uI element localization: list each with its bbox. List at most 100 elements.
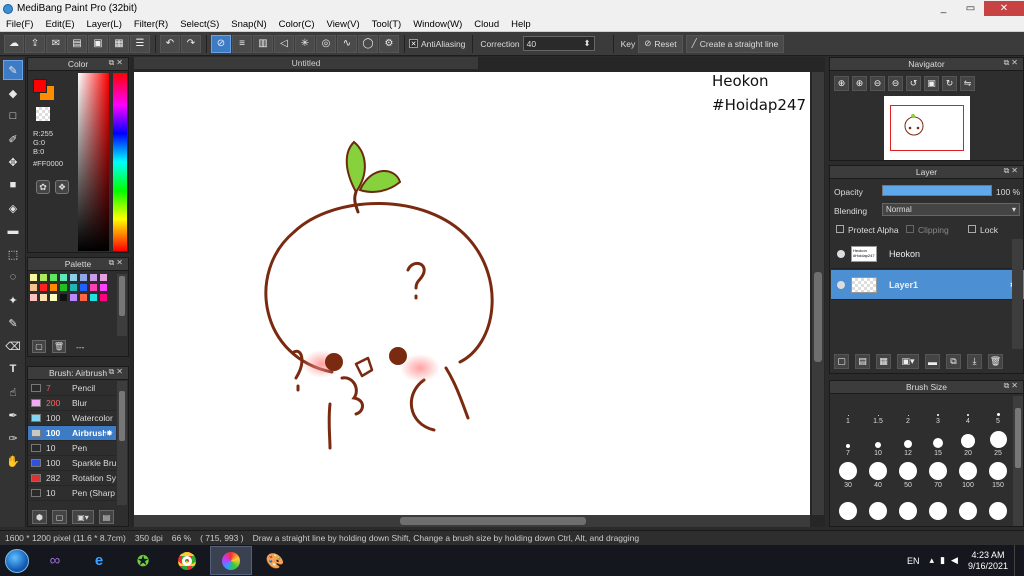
horizontal-scroll-thumb[interactable] xyxy=(400,517,586,525)
menu-color[interactable]: Color(C) xyxy=(273,19,321,30)
panel-controls-icon[interactable]: ⧉✕ xyxy=(1004,166,1020,176)
eyedropper-icon[interactable]: ✒ xyxy=(3,405,23,425)
palette-swatch[interactable] xyxy=(40,284,47,291)
brush-size-option[interactable]: 15 xyxy=(923,428,953,458)
menu-window[interactable]: Window(W) xyxy=(407,19,468,30)
saturation-value-picker[interactable] xyxy=(78,73,109,251)
palette-swatch[interactable] xyxy=(80,274,87,281)
new-8bit-layer-icon[interactable]: ▦ xyxy=(876,354,891,369)
circle-snap-icon[interactable]: ◎ xyxy=(316,34,336,53)
brush-size-option[interactable]: 10 xyxy=(863,428,893,458)
palette-swatch[interactable] xyxy=(40,274,47,281)
minimize-button[interactable]: _ xyxy=(930,1,957,16)
pen-tool-icon[interactable]: ✐ xyxy=(3,129,23,149)
palette-swatch[interactable] xyxy=(70,284,77,291)
reset-button[interactable]: ⊘ Reset xyxy=(638,34,683,53)
vertical-scrollbar[interactable] xyxy=(812,72,824,515)
protect-alpha-checkbox[interactable] xyxy=(836,225,844,233)
menu-filter[interactable]: Filter(R) xyxy=(128,19,174,30)
folder-icon[interactable]: ▬ xyxy=(925,354,940,369)
parallel-snap-icon[interactable]: ≡ xyxy=(232,34,252,53)
internet-explorer-icon[interactable]: e xyxy=(78,546,120,575)
vertical-scroll-thumb[interactable] xyxy=(814,272,822,362)
palette-swatch[interactable] xyxy=(90,294,97,301)
brush-size-option[interactable] xyxy=(983,492,1013,522)
palette-swatch[interactable] xyxy=(90,284,97,291)
dot-tool-icon[interactable]: □ xyxy=(3,106,23,126)
palette-swatch[interactable] xyxy=(30,284,37,291)
palette-swatch[interactable] xyxy=(100,284,107,291)
brush-size-option[interactable]: 20 xyxy=(953,428,983,458)
text-tool-icon[interactable]: T xyxy=(3,359,23,379)
brush-size-option[interactable]: 12 xyxy=(893,428,923,458)
menu-help[interactable]: Help xyxy=(505,19,537,30)
palette-swatch[interactable] xyxy=(50,284,57,291)
brush-menu-icon[interactable]: ▣▾ xyxy=(72,510,94,524)
brush-size-option[interactable]: 70 xyxy=(923,460,953,490)
hand-tool-icon[interactable]: ✋ xyxy=(3,451,23,471)
volume-icon[interactable]: ◀ xyxy=(951,555,958,566)
straight-line-button[interactable]: ╱ Create a straight line xyxy=(685,34,785,53)
visual-studio-icon[interactable]: ∞ xyxy=(34,546,76,575)
ellipse-snap-icon[interactable]: ◯ xyxy=(358,34,378,53)
zoom-out-alt-icon[interactable]: ⊖ xyxy=(888,76,903,91)
brush-size-option[interactable]: 7 xyxy=(833,428,863,458)
document-tab[interactable]: Untitled xyxy=(134,57,478,69)
snap-off-icon[interactable]: ⊘ xyxy=(211,34,231,53)
brush-item[interactable]: 100 Airbrush ✸ xyxy=(28,426,116,441)
panel-controls-icon[interactable]: ⧉✕ xyxy=(1004,381,1020,391)
horizontal-scrollbar[interactable] xyxy=(134,515,810,527)
select-pen-icon[interactable]: ✎ xyxy=(3,313,23,333)
brush-item[interactable]: 200 Blur xyxy=(28,396,116,411)
brush-item[interactable]: 10 Pen xyxy=(28,441,116,456)
brush-size-option[interactable]: 50 xyxy=(893,460,923,490)
coccoc-icon[interactable]: ✪ xyxy=(122,546,164,575)
palette-swatch[interactable] xyxy=(30,274,37,281)
delete-layer-icon[interactable]: 🗑 xyxy=(988,354,1003,369)
maximize-button[interactable]: ▭ xyxy=(957,1,984,16)
move-tool-icon[interactable]: ✥ xyxy=(3,152,23,172)
brush-item[interactable]: 100 Watercolor xyxy=(28,411,116,426)
menu-snap[interactable]: Snap(N) xyxy=(225,19,272,30)
language-indicator[interactable]: EN xyxy=(907,556,920,566)
network-icon[interactable]: ▮ xyxy=(940,555,945,566)
palette-swatch[interactable] xyxy=(70,274,77,281)
color-sample-icon[interactable]: ❖ xyxy=(55,180,69,194)
palette-swatch[interactable] xyxy=(80,294,87,301)
cloud-icon[interactable]: ☁ xyxy=(4,34,24,53)
redo-icon[interactable]: ↷ xyxy=(181,34,201,53)
chat-icon[interactable]: ▤ xyxy=(67,34,87,53)
snap-settings-icon[interactable]: ⚙ xyxy=(379,34,399,53)
comment-icon[interactable]: ✉ xyxy=(46,34,66,53)
clipping-checkbox[interactable] xyxy=(906,225,914,233)
medibang-taskbar-icon[interactable] xyxy=(210,546,252,575)
start-button[interactable] xyxy=(0,545,34,576)
fill-tool-icon[interactable]: ◈ xyxy=(3,198,23,218)
layer-row-layer1[interactable]: Layer1 ⚙ xyxy=(831,270,1024,300)
grid-doc-icon[interactable]: ▦ xyxy=(109,34,129,53)
blending-select[interactable]: Normal ▾ xyxy=(882,203,1020,216)
undo-icon[interactable]: ↶ xyxy=(160,34,180,53)
duplicate-layer-icon[interactable]: ⧉ xyxy=(946,354,961,369)
palette-swatch[interactable] xyxy=(60,284,67,291)
chrome-icon[interactable] xyxy=(166,546,208,575)
palette-swatch[interactable] xyxy=(70,294,77,301)
palette-swatch[interactable] xyxy=(60,294,67,301)
brush-size-option[interactable]: 40 xyxy=(863,460,893,490)
visibility-icon[interactable] xyxy=(837,280,845,289)
palette-swatch[interactable] xyxy=(90,274,97,281)
brush-add-icon[interactable]: ⬢ xyxy=(32,510,47,524)
brush-settings-gear-icon[interactable]: ✸ xyxy=(106,428,113,439)
palette-swatch[interactable] xyxy=(100,274,107,281)
brush-item[interactable]: 282 Rotation Sy xyxy=(28,471,116,486)
tray-arrow-icon[interactable]: ▴ xyxy=(930,555,935,566)
menu-select[interactable]: Select(S) xyxy=(174,19,225,30)
gradient-tool-icon[interactable]: ▬ xyxy=(3,221,23,241)
brush-size-option[interactable]: 150 xyxy=(983,460,1013,490)
palette-add-icon[interactable]: ▢ xyxy=(32,340,46,353)
brush-item[interactable]: 10 Pen (Sharp xyxy=(28,486,116,501)
brush-size-option[interactable] xyxy=(833,492,863,522)
palette-swatch[interactable] xyxy=(50,274,57,281)
vanish-snap-icon[interactable]: ◁ xyxy=(274,34,294,53)
magic-wand-icon[interactable]: ✦ xyxy=(3,290,23,310)
